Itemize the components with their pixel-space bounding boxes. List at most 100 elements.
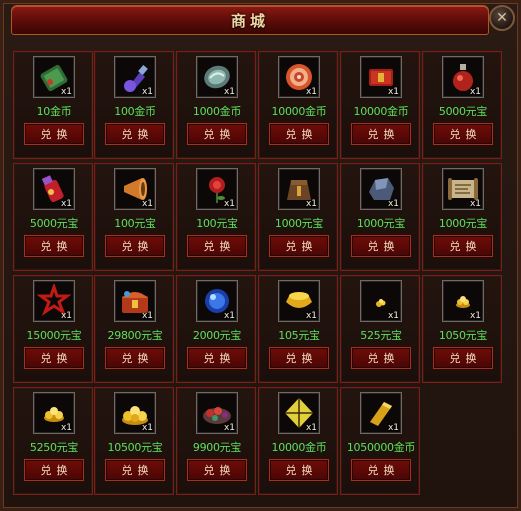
item-quantity: x1 xyxy=(223,423,235,433)
item-price: 525元宝 xyxy=(360,329,402,342)
item-price: 1000元宝 xyxy=(356,217,406,230)
exchange-button[interactable]: 兑换 xyxy=(105,123,165,145)
exchange-button[interactable]: 兑换 xyxy=(269,459,329,481)
item-price: 15000元宝 xyxy=(26,329,82,342)
item-slot[interactable]: x1 xyxy=(360,392,402,434)
shop-item-cell[interactable]: x1 1050元宝兑换 xyxy=(422,275,502,383)
item-price: 1050元宝 xyxy=(438,329,488,342)
exchange-button[interactable]: 兑换 xyxy=(187,347,247,369)
item-quantity: x1 xyxy=(305,199,317,209)
item-slot[interactable]: x1 xyxy=(278,56,320,98)
item-slot[interactable]: x1 xyxy=(196,168,238,210)
item-quantity: x1 xyxy=(305,423,317,433)
shop-item-cell[interactable]: x1 105元宝 兑换 xyxy=(258,275,338,383)
exchange-button[interactable]: 兑换 xyxy=(187,123,247,145)
item-quantity: x1 xyxy=(469,87,481,97)
item-quantity: x1 xyxy=(305,311,317,321)
shop-item-cell[interactable]: x1 29800元宝 兑换 xyxy=(94,275,174,383)
item-slot[interactable]: x1 xyxy=(33,280,75,322)
shop-item-cell[interactable]: x1 10000金币 兑换 xyxy=(258,51,338,159)
exchange-button[interactable]: 兑换 xyxy=(269,235,329,257)
item-slot[interactable]: x1 xyxy=(278,392,320,434)
item-grid: x1 10金币 兑换 x1 100金币 兑换 x1 1000金币 兑换 x1 10000金币 兑换 x1… xyxy=(13,43,509,503)
item-slot[interactable]: x1 xyxy=(114,168,156,210)
item-quantity: x1 xyxy=(141,311,153,321)
shop-item-cell[interactable]: x1 100金币 兑换 xyxy=(94,51,174,159)
item-quantity: x1 xyxy=(223,311,235,321)
shop-item-cell[interactable]: x1 5000元宝 兑换 xyxy=(422,51,502,159)
exchange-button[interactable]: 兑换 xyxy=(105,459,165,481)
item-slot[interactable]: x1 xyxy=(360,168,402,210)
close-button[interactable]: ✕ xyxy=(489,5,515,31)
item-quantity: x1 xyxy=(387,87,399,97)
item-quantity: x1 xyxy=(387,199,399,209)
item-quantity: x1 xyxy=(469,311,481,321)
shop-item-cell[interactable]: x1 1000元宝兑换 xyxy=(422,163,502,271)
exchange-button[interactable]: 兑换 xyxy=(433,123,493,145)
shop-item-cell[interactable]: x1 10金币兑换 xyxy=(13,51,93,159)
item-slot[interactable]: x1 xyxy=(442,168,484,210)
shop-item-cell[interactable]: x1 100元宝兑换 xyxy=(94,163,174,271)
item-price: 10000金币 xyxy=(271,441,327,454)
item-price: 9900元宝 xyxy=(192,441,242,454)
exchange-button[interactable]: 兑换 xyxy=(351,459,411,481)
shop-window: 商城 ✕ x1 10金币 兑换 x1 100金币 兑换 x1 1000金币 兑换 x1 10000金… xyxy=(0,0,521,511)
shop-item-cell[interactable]: x1 10500元宝 兑换 xyxy=(94,387,174,495)
shop-item-cell[interactable]: x1 1050000金币 兑换 xyxy=(340,387,420,495)
item-slot[interactable]: x1 xyxy=(196,280,238,322)
item-price: 10金币 xyxy=(36,105,72,118)
exchange-button[interactable]: 兑换 xyxy=(269,123,329,145)
exchange-button[interactable]: 兑换 xyxy=(351,123,411,145)
item-slot[interactable]: x1 xyxy=(114,280,156,322)
item-slot[interactable]: x1 xyxy=(33,392,75,434)
exchange-button[interactable]: 兑换 xyxy=(187,235,247,257)
item-price: 2000元宝 xyxy=(192,329,242,342)
item-quantity: x1 xyxy=(60,87,72,97)
shop-item-cell[interactable]: x1 1000金币 兑换 xyxy=(176,51,256,159)
item-slot[interactable]: x1 xyxy=(360,56,402,98)
item-slot[interactable]: x1 xyxy=(33,56,75,98)
exchange-button[interactable]: 兑换 xyxy=(105,235,165,257)
item-price: 1000元宝 xyxy=(438,217,488,230)
shop-item-cell[interactable]: x1 10000金币 兑换 xyxy=(340,51,420,159)
exchange-button[interactable]: 兑换 xyxy=(24,123,84,145)
item-slot[interactable]: x1 xyxy=(33,168,75,210)
shop-item-cell[interactable]: x1 525元宝兑换 xyxy=(340,275,420,383)
item-price: 5250元宝 xyxy=(29,441,79,454)
item-slot[interactable]: x1 xyxy=(442,56,484,98)
shop-item-cell[interactable]: x1 10000金币兑换 xyxy=(258,387,338,495)
shop-item-cell[interactable]: x1 1000元宝 兑换 xyxy=(258,163,338,271)
shop-item-cell[interactable]: x1 15000元宝兑换 xyxy=(13,275,93,383)
item-price: 100元宝 xyxy=(114,217,156,230)
item-quantity: x1 xyxy=(223,87,235,97)
shop-item-cell[interactable]: x1 5250元宝兑换 xyxy=(13,387,93,495)
item-slot[interactable]: x1 xyxy=(196,56,238,98)
item-quantity: x1 xyxy=(223,199,235,209)
item-slot[interactable]: x1 xyxy=(114,392,156,434)
item-quantity: x1 xyxy=(387,311,399,321)
shop-item-cell[interactable]: x1 100元宝兑换 xyxy=(176,163,256,271)
item-slot[interactable]: x1 xyxy=(278,280,320,322)
item-slot[interactable]: x1 xyxy=(360,280,402,322)
exchange-button[interactable]: 兑换 xyxy=(24,459,84,481)
exchange-button[interactable]: 兑换 xyxy=(351,347,411,369)
item-slot[interactable]: x1 xyxy=(114,56,156,98)
exchange-button[interactable]: 兑换 xyxy=(24,347,84,369)
exchange-button[interactable]: 兑换 xyxy=(433,347,493,369)
exchange-button[interactable]: 兑换 xyxy=(187,459,247,481)
shop-item-cell[interactable]: x1 5000元宝 兑换 xyxy=(13,163,93,271)
shop-item-cell[interactable]: x1 1000元宝兑换 xyxy=(340,163,420,271)
shop-item-cell[interactable]: x1 9900元宝兑换 xyxy=(176,387,256,495)
exchange-button[interactable]: 兑换 xyxy=(351,235,411,257)
shop-item-cell[interactable]: x1 2000元宝兑换 xyxy=(176,275,256,383)
exchange-button[interactable]: 兑换 xyxy=(433,235,493,257)
exchange-button[interactable]: 兑换 xyxy=(105,347,165,369)
item-slot[interactable]: x1 xyxy=(196,392,238,434)
close-x-icon: ✕ xyxy=(496,10,508,26)
item-slot[interactable]: x1 xyxy=(442,280,484,322)
item-slot[interactable]: x1 xyxy=(278,168,320,210)
title-bar[interactable]: 商城 xyxy=(11,5,489,35)
exchange-button[interactable]: 兑换 xyxy=(24,235,84,257)
exchange-button[interactable]: 兑换 xyxy=(269,347,329,369)
item-price: 100元宝 xyxy=(196,217,238,230)
